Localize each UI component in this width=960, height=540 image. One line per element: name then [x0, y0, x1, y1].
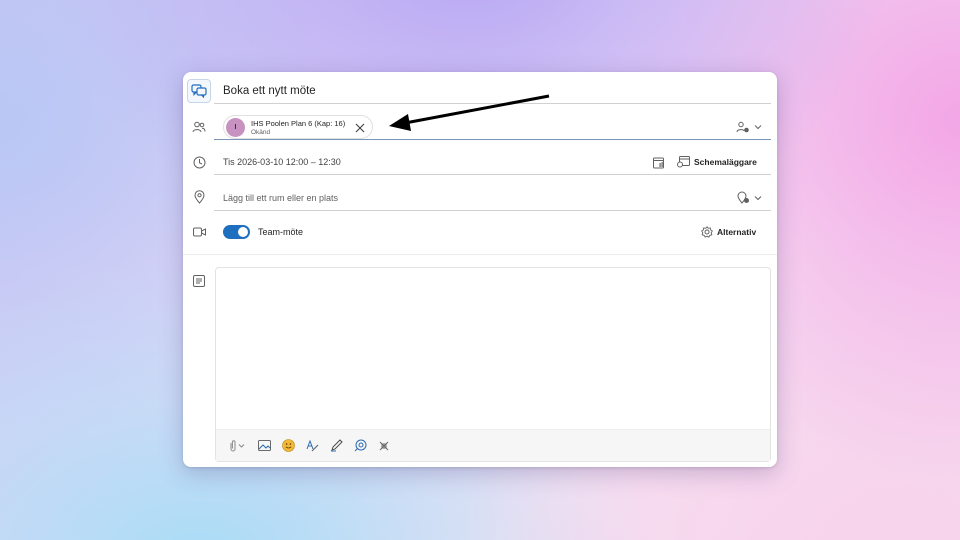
annotation-arrow: [389, 94, 550, 131]
